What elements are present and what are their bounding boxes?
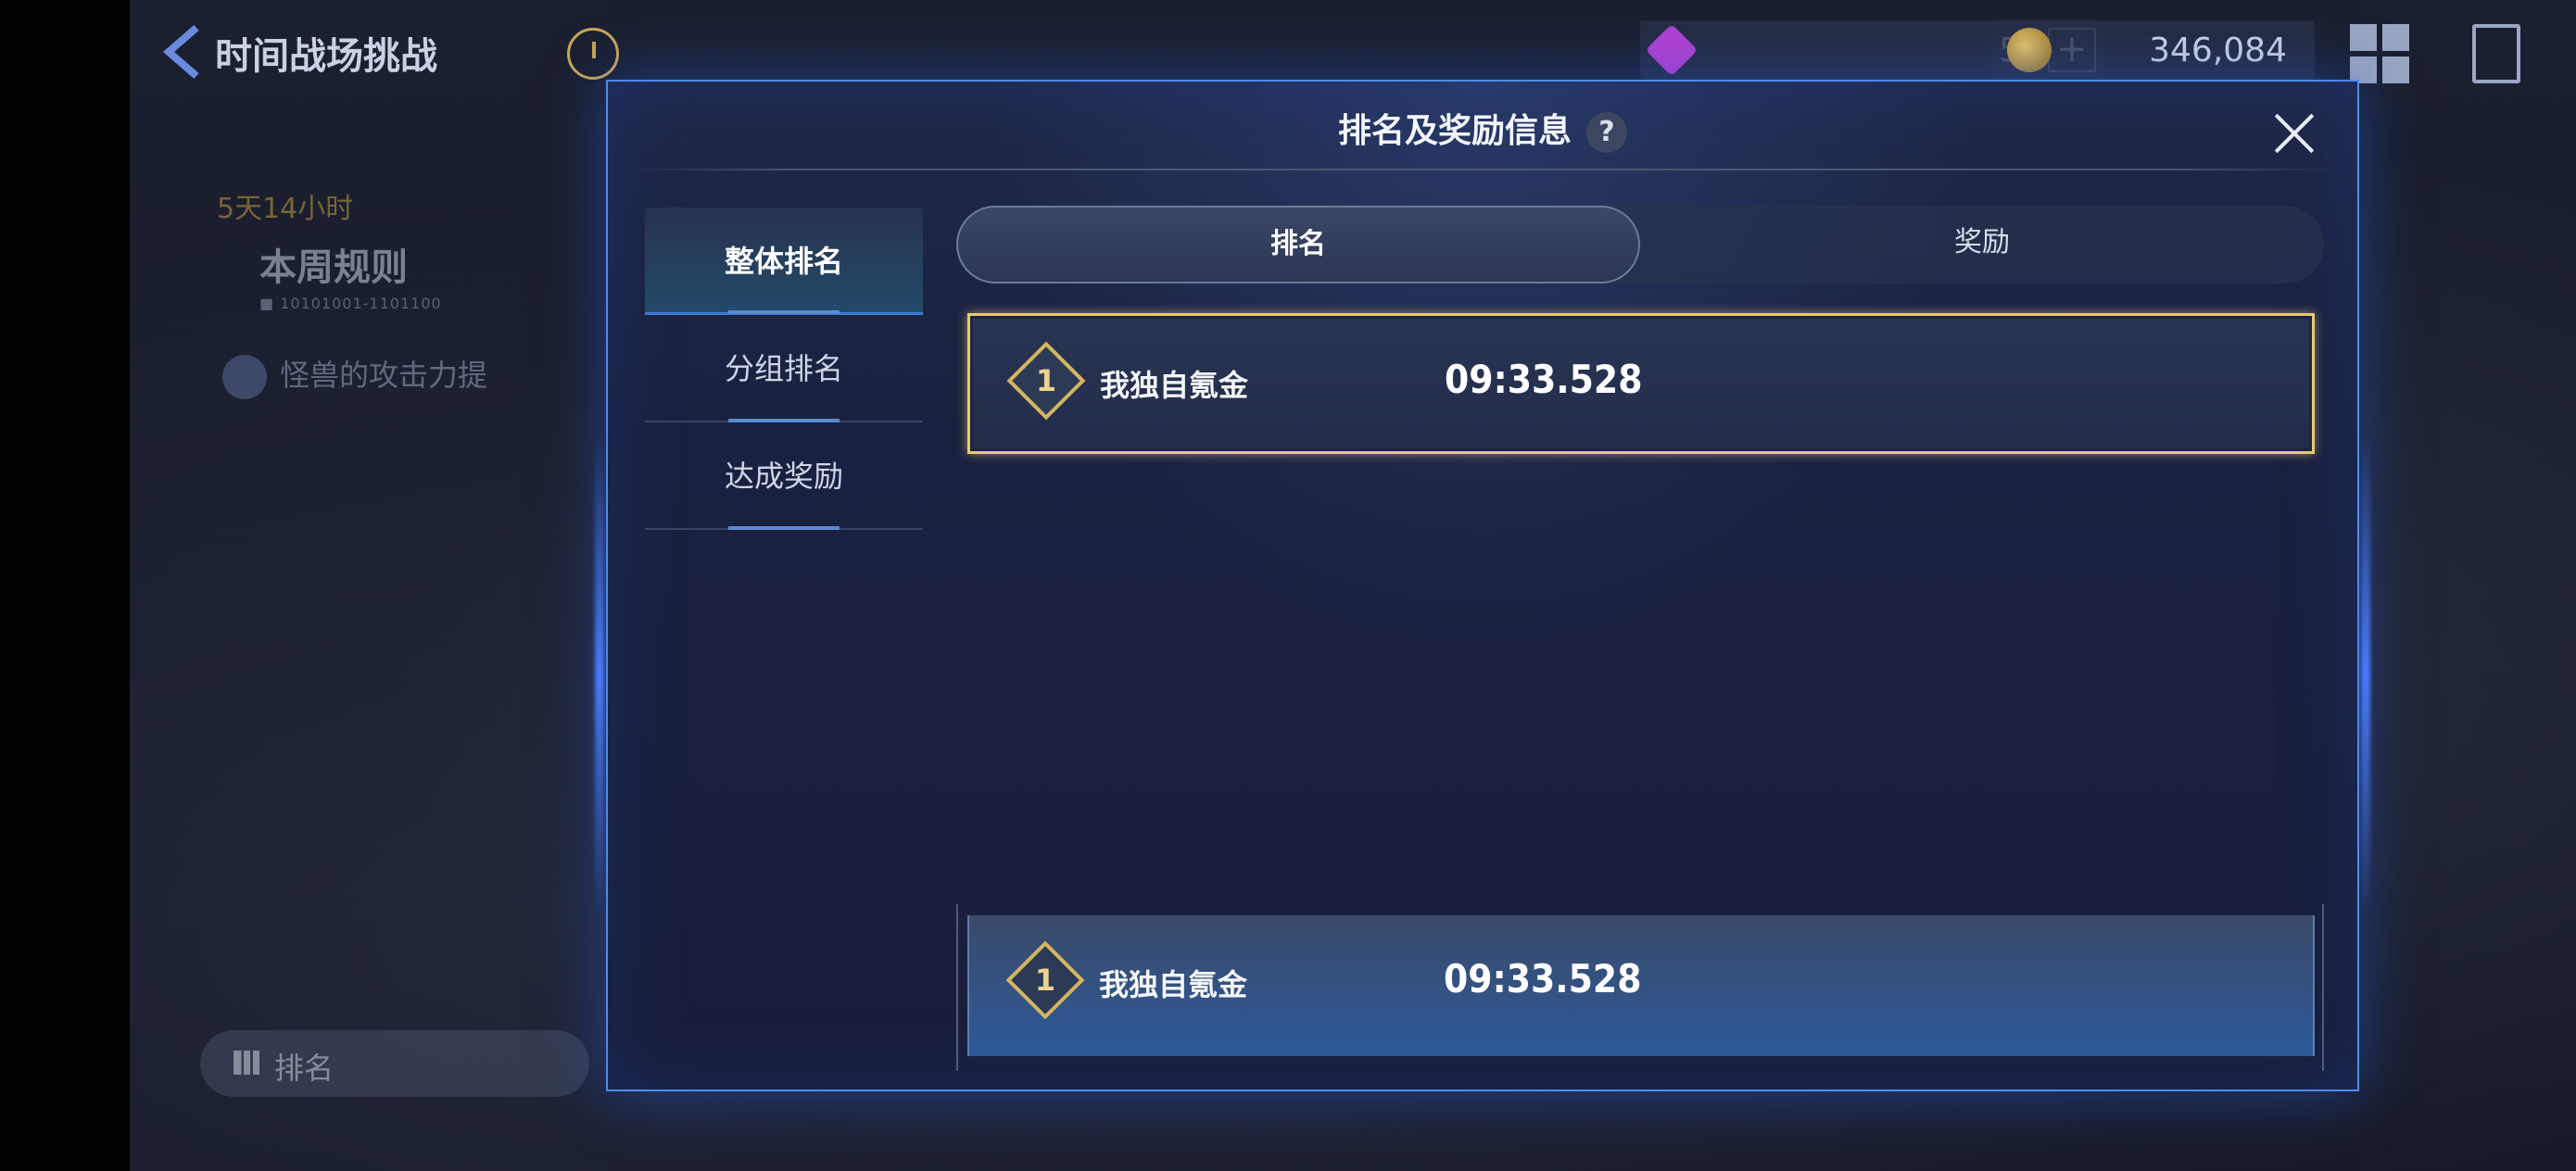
- tab-reward[interactable]: 奖励: [1640, 206, 2324, 283]
- exit-icon[interactable]: [2472, 24, 2520, 83]
- rank-number: 1: [1034, 963, 1056, 998]
- tab-rank[interactable]: 排名: [956, 206, 1640, 283]
- game-screen: 时间战场挑战 5 + 346,084 5天14小时 本周规则 ■ 1010100…: [130, 0, 2576, 1171]
- rules-code: ■ 10101001-1101100: [259, 295, 442, 312]
- side-item-label: 达成奖励: [724, 459, 843, 494]
- player-name: 我独自氪金: [1100, 368, 1249, 403]
- tab-bar: 排名 奖励: [956, 206, 2324, 283]
- my-rank-row[interactable]: 1 我独自氪金 09:33.528: [967, 915, 2315, 1056]
- side-menu: 整体排名 分组排名 达成奖励: [645, 208, 923, 530]
- side-item-achievement-reward[interactable]: 达成奖励: [645, 422, 923, 530]
- monster-buff: 怪兽的攻击力提: [222, 352, 487, 399]
- clock-icon[interactable]: [567, 28, 619, 80]
- coin-icon: [2007, 28, 2052, 72]
- event-timer: 5天14小时: [217, 193, 354, 225]
- rank-row-first[interactable]: 1 我独自氪金 09:33.528: [967, 313, 2315, 454]
- page-title: 时间战场挑战: [215, 35, 437, 78]
- letterbox: [0, 0, 130, 1171]
- modal-title-bar: 排名及奖励信息?: [608, 104, 2357, 153]
- side-item-label: 分组排名: [724, 351, 843, 386]
- menu-grid-icon[interactable]: [2350, 24, 2409, 83]
- clear-time: 09:33.528: [1445, 357, 1643, 402]
- rank-button[interactable]: 排名: [200, 1030, 589, 1097]
- modal-title: 排名及奖励信息: [1337, 112, 1572, 150]
- monster-buff-icon: [222, 355, 267, 399]
- side-item-overall-rank[interactable]: 整体排名: [645, 208, 923, 315]
- close-button[interactable]: [2268, 107, 2320, 159]
- side-item-label: 整体排名: [724, 244, 843, 279]
- back-icon[interactable]: [156, 22, 211, 82]
- side-item-group-rank[interactable]: 分组排名: [645, 315, 923, 422]
- divider: [630, 169, 2335, 170]
- coin-count: 346,084: [2149, 31, 2287, 69]
- clear-time: 09:33.528: [1444, 956, 1642, 1001]
- rank-button-label: 排名: [274, 1051, 335, 1086]
- gem-icon: [1645, 23, 1698, 77]
- coin-resource: 346,084: [1990, 20, 2315, 80]
- help-icon[interactable]: ?: [1586, 112, 1627, 153]
- monster-buff-text: 怪兽的攻击力提: [280, 358, 488, 393]
- ranking-modal: 排名及奖励信息? 整体排名 分组排名 达成奖励 排名 奖励 1 我独自氪金 09…: [606, 80, 2359, 1091]
- player-name: 我独自氪金: [1099, 967, 1248, 1002]
- weekly-rules-title: 本周规则: [259, 246, 408, 289]
- rank-number: 1: [1035, 363, 1057, 398]
- bar-chart-icon: [234, 1051, 259, 1075]
